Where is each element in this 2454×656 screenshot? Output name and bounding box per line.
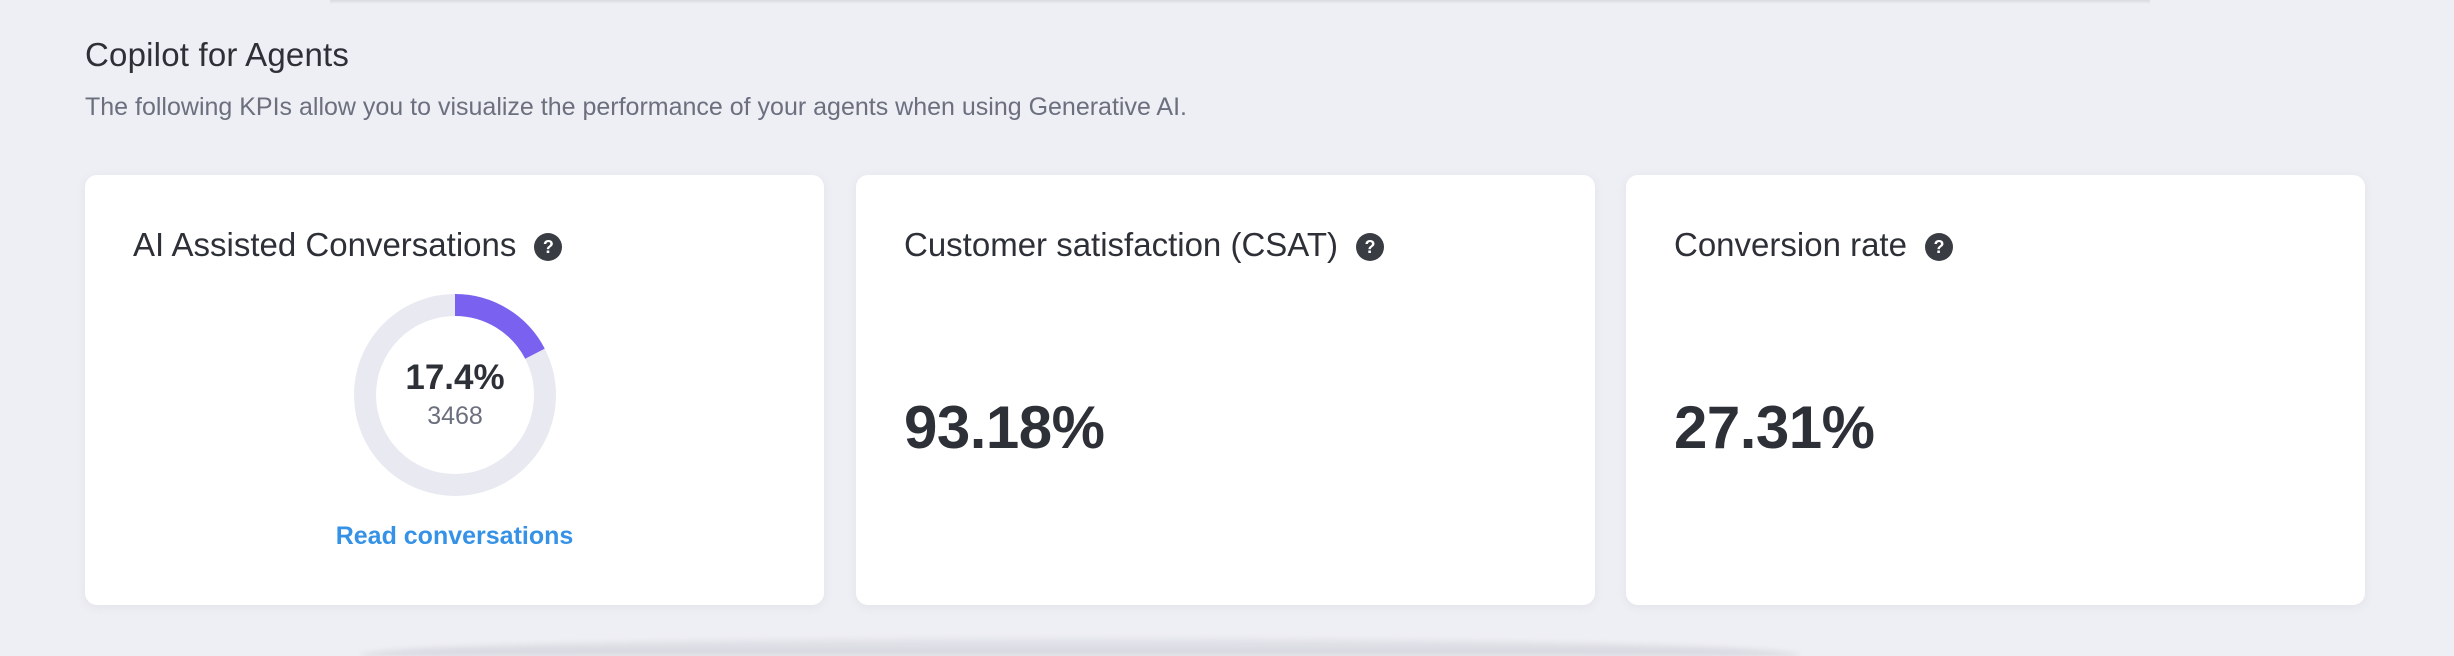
card-title: Customer satisfaction (CSAT) [904, 226, 1338, 263]
csat-value: 93.18% [904, 394, 1105, 461]
bottom-shadow [360, 638, 1800, 656]
card-title: AI Assisted Conversations [133, 226, 517, 263]
kpi-card-csat: Customer satisfaction (CSAT) ? 93.18% [856, 175, 1595, 605]
question-mark-icon[interactable]: ? [534, 232, 563, 261]
section-subtitle: The following KPIs allow you to visualiz… [85, 93, 1187, 121]
question-mark-icon[interactable]: ? [1924, 232, 1953, 261]
top-shadow [330, 0, 2150, 4]
read-conversations-link[interactable]: Read conversations [85, 522, 824, 551]
kpi-card-ai-assisted: AI Assisted Conversations ? 17.4% 3468 R… [85, 175, 824, 605]
donut-center: 17.4% 3468 [353, 293, 557, 497]
kpi-card-conversion-rate: Conversion rate ? 27.31% [1626, 175, 2365, 605]
donut-chart: 17.4% 3468 [353, 293, 557, 497]
card-header: Conversion rate ? [1674, 226, 1953, 264]
card-title: Conversion rate [1674, 226, 1907, 263]
donut-percentage: 17.4% [405, 357, 505, 397]
donut-count: 3468 [427, 401, 483, 430]
copilot-dashboard: Copilot for Agents The following KPIs al… [0, 0, 2454, 656]
question-mark-icon[interactable]: ? [1356, 232, 1384, 261]
card-header: AI Assisted Conversations ? [133, 226, 563, 264]
conversion-rate-value: 27.31% [1674, 394, 1875, 461]
card-header: Customer satisfaction (CSAT) ? [904, 226, 1384, 264]
section-title: Copilot for Agents [85, 36, 350, 73]
